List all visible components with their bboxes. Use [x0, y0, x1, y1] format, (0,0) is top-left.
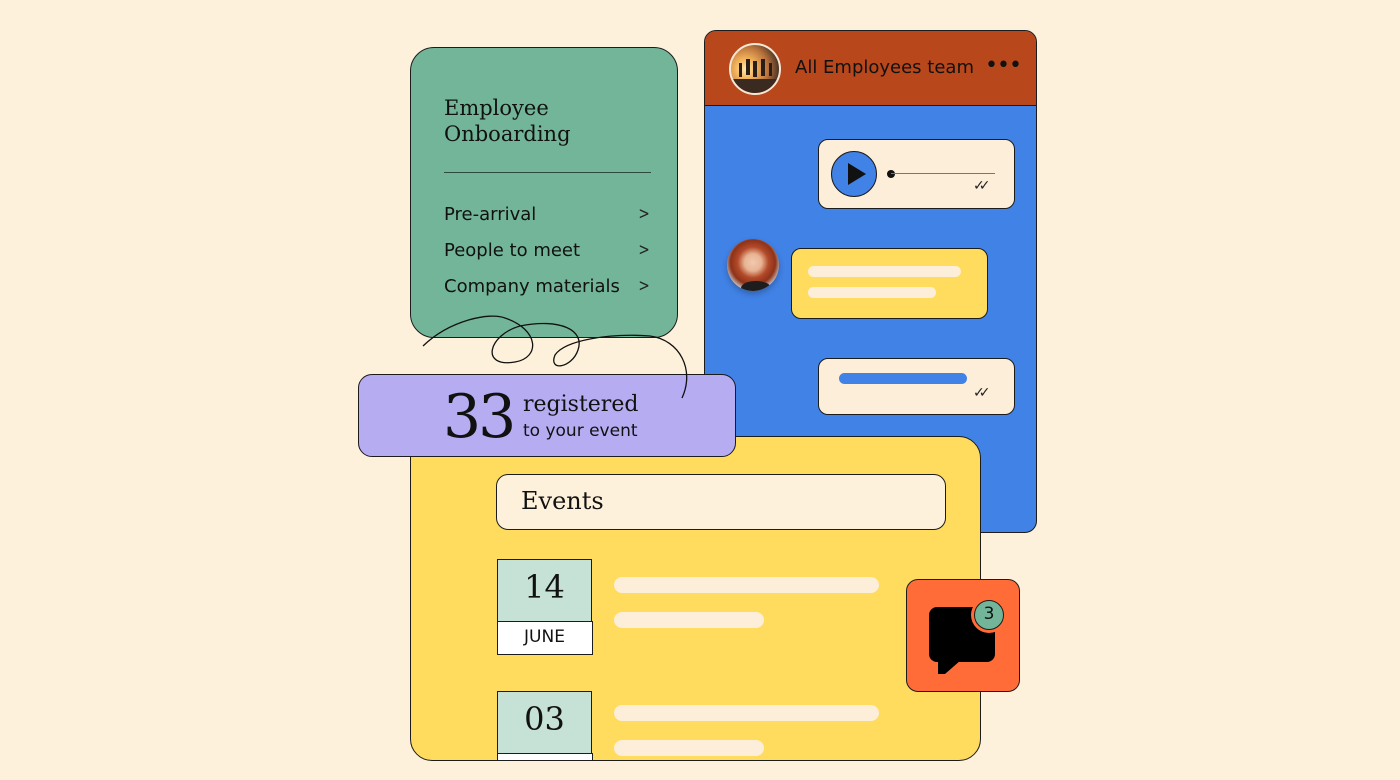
registered-label: registered [523, 392, 639, 417]
event-title-placeholder [614, 705, 879, 721]
event-date-badge[interactable]: 14 JUNE [496, 559, 593, 655]
play-button[interactable] [831, 151, 877, 197]
events-title: Events [521, 487, 604, 515]
item-label: People to meet [444, 239, 581, 261]
avatar-ground [731, 79, 779, 93]
chevron-right-icon: > [638, 276, 650, 296]
audio-scrubber-handle[interactable] [887, 170, 895, 178]
item-label: Company materials [444, 275, 620, 297]
item-label: Pre-arrival [444, 203, 537, 225]
events-header: Events [496, 474, 946, 530]
registered-count: 33 [443, 382, 516, 452]
notification-button[interactable]: 3 [906, 579, 1020, 692]
avatar-shirt [741, 281, 771, 291]
chat-header: All Employees team ••• [705, 31, 1036, 106]
team-name: All Employees team [795, 57, 974, 78]
event-day: 03 [524, 700, 565, 738]
text-placeholder-line [839, 373, 967, 384]
registered-sublabel: to your event [523, 421, 638, 441]
people-silhouette-icon [737, 59, 775, 77]
onboarding-item-company-materials[interactable]: Company materials > [444, 273, 651, 299]
outgoing-message-bubble: ✓✓ [818, 358, 1015, 415]
events-card: Events 14 JUNE 03 [410, 436, 981, 761]
registered-card: 33 registered to your event [358, 374, 736, 457]
event-detail-placeholder [614, 740, 764, 756]
event-month [496, 752, 593, 760]
read-receipt-icon: ✓✓ [973, 178, 991, 194]
text-placeholder-line [808, 287, 936, 298]
event-day: 14 [524, 568, 565, 606]
audio-message-bubble: ✓✓ [818, 139, 1015, 209]
onboarding-title-line1: Employee [444, 96, 549, 120]
audio-progress-track[interactable] [891, 173, 995, 174]
onboarding-title-line2: Onboarding [444, 122, 571, 146]
user-avatar[interactable] [727, 239, 779, 291]
incoming-message-bubble [791, 248, 988, 319]
chat-bubble-tail [938, 660, 961, 674]
chevron-right-icon: > [638, 240, 650, 260]
event-month: JUNE [496, 620, 593, 655]
onboarding-card: Employee Onboarding Pre-arrival > People… [410, 47, 678, 338]
chevron-right-icon: > [638, 204, 650, 224]
event-date-badge[interactable]: 03 [496, 691, 593, 760]
event-detail-placeholder [614, 612, 764, 628]
onboarding-item-people-to-meet[interactable]: People to meet > [444, 237, 651, 263]
onboarding-title: Employee Onboarding [444, 95, 644, 147]
divider [444, 172, 651, 173]
onboarding-item-pre-arrival[interactable]: Pre-arrival > [444, 201, 651, 227]
read-receipt-icon: ✓✓ [973, 385, 991, 401]
event-title-placeholder [614, 577, 879, 593]
more-options-icon[interactable]: ••• [985, 55, 1022, 77]
notification-count-badge: 3 [974, 600, 1004, 630]
team-avatar[interactable] [729, 43, 781, 95]
text-placeholder-line [808, 266, 961, 277]
